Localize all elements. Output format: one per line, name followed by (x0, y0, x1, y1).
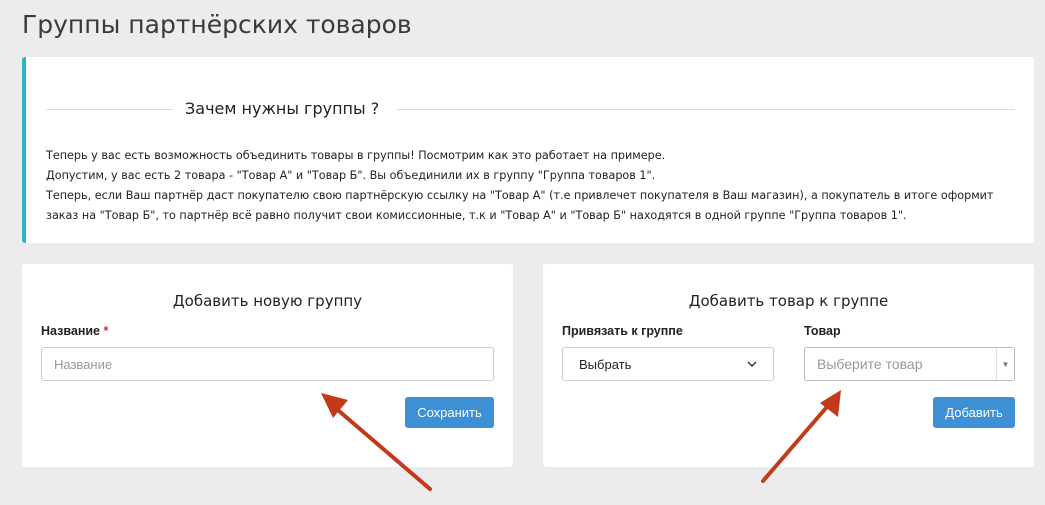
group-name-label: Название * (41, 324, 108, 338)
chevron-down-icon (747, 361, 757, 368)
add-button[interactable]: Добавить (933, 397, 1015, 428)
info-heading: Зачем нужны группы ? (185, 99, 380, 118)
info-line: заказ на "Товар Б", то партнёр всё равно… (46, 209, 907, 222)
add-product-card: Добавить товар к группе Привязать к груп… (543, 264, 1034, 467)
add-product-title: Добавить товар к группе (688, 292, 889, 310)
product-select[interactable]: Выберите товар ▼ (804, 347, 1015, 381)
product-select-label: Товар (804, 324, 841, 338)
group-select-value: Выбрать (579, 356, 632, 372)
group-select-label: Привязать к группе (562, 324, 683, 338)
info-line: Допустим, у вас есть 2 товара - "Товар А… (46, 169, 656, 182)
add-group-title: Добавить новую группу (172, 292, 363, 310)
heading-divider-left (46, 109, 173, 110)
info-line: Теперь, если Ваш партнёр даст покупателю… (46, 189, 994, 202)
group-name-label-text: Название (41, 324, 101, 338)
heading-divider-right (397, 109, 1015, 110)
save-button[interactable]: Сохранить (405, 397, 494, 428)
info-panel: Зачем нужны группы ? Теперь у вас есть в… (22, 57, 1034, 243)
product-select-placeholder: Выберите товар (817, 356, 923, 372)
group-name-input[interactable]: Название (41, 347, 494, 381)
required-mark: * (103, 324, 109, 338)
page-title: Группы партнёрских товаров (22, 10, 412, 39)
add-group-card: Добавить новую группу Название * Названи… (22, 264, 513, 467)
group-select[interactable]: Выбрать (562, 347, 774, 381)
info-line: Теперь у вас есть возможность объединить… (46, 149, 666, 162)
caret-down-icon[interactable]: ▼ (996, 348, 1014, 380)
info-text: Теперь у вас есть возможность объединить… (46, 146, 1031, 226)
